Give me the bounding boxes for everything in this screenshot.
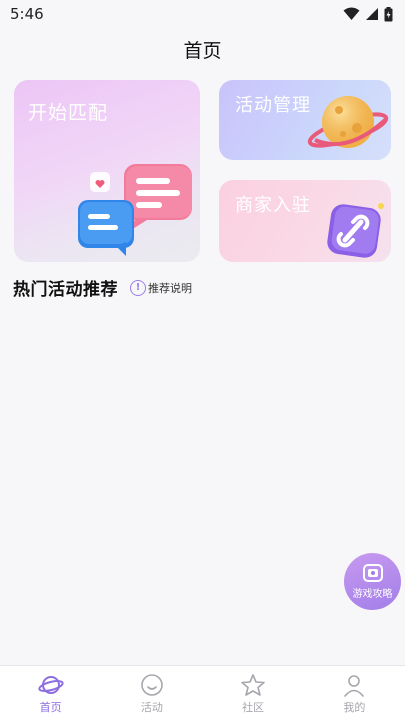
signal-icon [366, 8, 378, 20]
tab-home[interactable]: 首页 [0, 666, 101, 720]
tab-community[interactable]: 社区 [203, 666, 304, 720]
page-title: 首页 [183, 40, 222, 62]
tab-activity[interactable]: 活动 [101, 666, 202, 720]
game-guide-fab[interactable]: 游戏攻略 [344, 553, 401, 610]
merchant-entry-label: 商家入驻 [235, 195, 311, 216]
start-match-label: 开始匹配 [28, 102, 109, 124]
planet-icon [307, 96, 389, 148]
tab-profile[interactable]: 我的 [304, 666, 405, 720]
game-guide-label: 游戏攻略 [352, 589, 393, 600]
tab-community-label: 社区 [242, 701, 265, 714]
battery-icon [384, 6, 393, 21]
user-icon [344, 675, 365, 697]
section-title: 热门活动推荐 [13, 280, 118, 300]
chat-bubbles-icon [78, 164, 192, 256]
tab-profile-label: 我的 [343, 701, 366, 714]
hot-activities-header: 热门活动推荐 ! 推荐说明 [13, 275, 192, 300]
star-icon [241, 674, 265, 696]
smile-icon [141, 674, 163, 696]
planet-tab-icon [37, 676, 64, 694]
bottom-tab-bar: 首页 活动 社区 我的 [0, 665, 405, 720]
link-icon [327, 203, 384, 258]
wifi-icon [343, 7, 360, 20]
activity-management-card[interactable]: 活动管理 [219, 80, 391, 160]
tab-home-label: 首页 [39, 701, 62, 714]
game-guide-icon [362, 564, 383, 582]
activity-management-label: 活动管理 [235, 95, 311, 116]
start-match-card[interactable]: 开始匹配 [14, 80, 200, 262]
recommend-info-label: 推荐说明 [148, 281, 192, 295]
status-bar: 5:46 [0, 0, 405, 28]
tab-activity-label: 活动 [140, 701, 163, 714]
recommend-info-button[interactable]: ! 推荐说明 [130, 279, 192, 296]
status-icons [343, 6, 393, 22]
merchant-entry-card[interactable]: 商家入驻 [219, 180, 391, 262]
info-icon: ! [130, 279, 146, 296]
status-time: 5:46 [10, 5, 44, 23]
